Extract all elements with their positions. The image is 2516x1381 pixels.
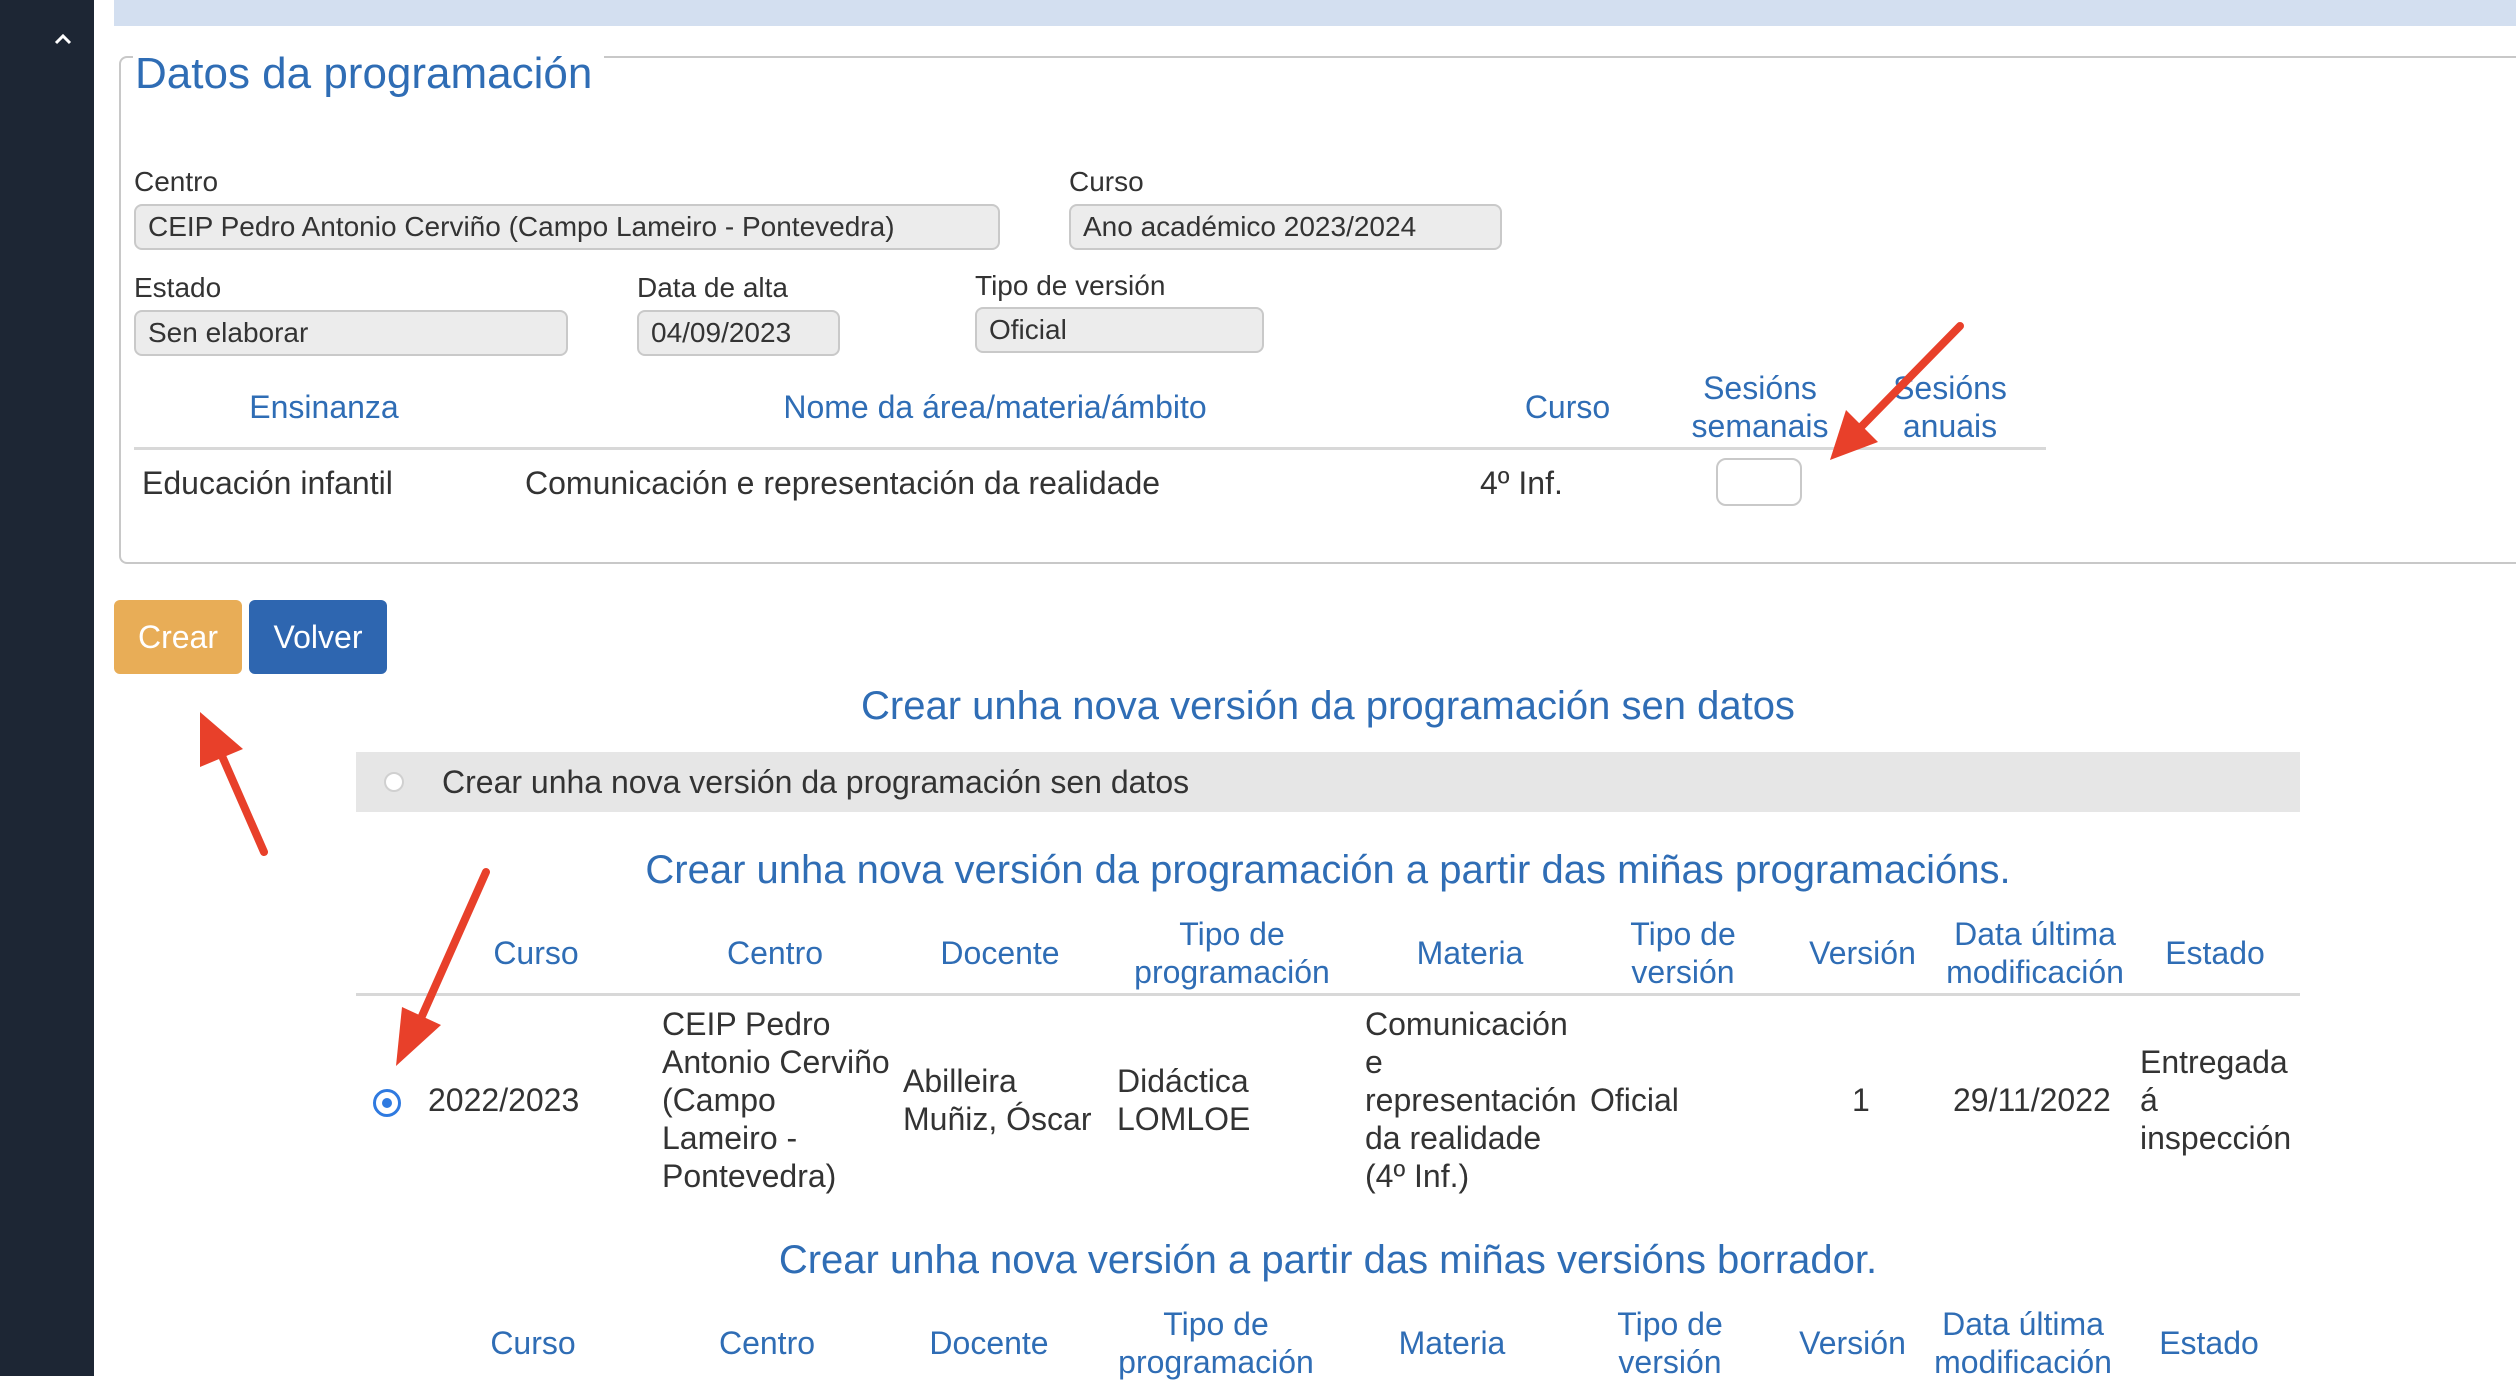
chevron-up-icon[interactable] [46, 22, 80, 56]
cell-line: á [2140, 1082, 2158, 1118]
top-banner [114, 0, 2516, 26]
header-line: Sesións [1893, 370, 2007, 406]
header-line: Sesións [1703, 370, 1817, 406]
cell-line: representación [1365, 1082, 1577, 1118]
prog-col-docente: Docente [940, 935, 1060, 971]
col-nome-area: Nome da área/materia/ámbito [783, 389, 1207, 425]
crear-button[interactable]: Crear [114, 600, 242, 674]
cell-estado: Entregada á inspección [2140, 1043, 2291, 1157]
header-line: programación [1134, 954, 1330, 990]
header-line: Tipo de [1630, 916, 1736, 952]
cell-line: Didáctica [1117, 1063, 1249, 1099]
cell-line: Lameiro - [662, 1120, 798, 1156]
cell-line: CEIP Pedro [662, 1006, 831, 1042]
borr-col-tipo-programacion: Tipo de programación [1096, 1305, 1336, 1381]
borr-col-estado: Estado [2159, 1325, 2259, 1361]
row-nome-area: Comunicación e representación da realida… [525, 465, 1161, 501]
prog-col-estado: Estado [2165, 935, 2265, 971]
header-line: modificación [1946, 954, 2124, 990]
table-divider [356, 993, 2300, 996]
cell-docente: Abilleira Muñiz, Óscar [903, 1062, 1091, 1138]
cell-line: (4º Inf.) [1365, 1158, 1470, 1194]
header-line: Tipo de [1163, 1306, 1269, 1342]
program-row-radio[interactable] [373, 1089, 401, 1117]
borr-col-curso: Curso [490, 1325, 576, 1361]
header-line: Data última [1954, 916, 2116, 952]
prog-col-materia: Materia [1416, 935, 1524, 971]
cell-line: Abilleira [903, 1063, 1017, 1099]
cell-line: Comunicación [1365, 1006, 1568, 1042]
col-sesions-semanais: Sesións semanais [1680, 369, 1840, 445]
header-line: versión [1631, 954, 1735, 990]
prog-col-centro: Centro [726, 935, 824, 971]
borr-col-materia: Materia [1398, 1325, 1506, 1361]
borr-col-tipo-version: Tipo de versión [1585, 1305, 1755, 1381]
cell-materia: Comunicación e representación da realida… [1365, 1005, 1577, 1195]
centro-label: Centro [134, 166, 219, 197]
header-line: Tipo de [1179, 916, 1285, 952]
prog-col-data-ultima: Data última modificación [1935, 915, 2135, 991]
header-line: programación [1118, 1344, 1314, 1380]
cell-line: LOMLOE [1117, 1101, 1251, 1137]
borrador-title: Crear unha nova versión a partir das miñ… [778, 1238, 1878, 1282]
header-line: modificación [1934, 1344, 2112, 1380]
col-sesions-anuais: Sesións anuais [1870, 369, 2030, 445]
fieldset-legend: Datos da programación [133, 44, 605, 104]
cell-version: 1 [1852, 1082, 1870, 1118]
prog-col-version: Versión [1809, 935, 1916, 971]
row-ensinanza: Educación infantil [142, 465, 393, 501]
cell-curso: 2022/2023 [428, 1082, 580, 1118]
cell-data-ultima: 29/11/2022 [1953, 1082, 2111, 1118]
cell-tipo-programacion: Didáctica LOMLOE [1117, 1062, 1250, 1138]
sen-datos-option-label: Crear unha nova versión da programación … [442, 764, 1190, 800]
header-line: semanais [1691, 408, 1829, 444]
cell-line: Antonio Cerviño [662, 1044, 890, 1080]
cell-line: Pontevedra) [662, 1158, 837, 1194]
borr-col-data-ultima: Data última modificación [1923, 1305, 2123, 1381]
prog-col-tipo-version: Tipo de versión [1598, 915, 1768, 991]
borr-col-centro: Centro [718, 1325, 816, 1361]
header-line: Tipo de [1617, 1306, 1723, 1342]
header-line: Data última [1942, 1306, 2104, 1342]
cell-line: e [1365, 1044, 1383, 1080]
cell-tipo-version: Oficial [1590, 1082, 1679, 1118]
col-ensinanza: Ensinanza [249, 389, 399, 425]
prog-col-curso: Curso [493, 935, 579, 971]
cell-line: inspección [2140, 1120, 2292, 1156]
sen-datos-radio[interactable] [384, 772, 404, 792]
estado-field: Sen elaborar [134, 310, 568, 356]
sesions-semanais-input[interactable] [1716, 458, 1802, 506]
col-curso: Curso [1524, 389, 1611, 425]
sidebar [0, 0, 94, 1376]
prog-col-tipo-programacion: Tipo de programación [1112, 915, 1352, 991]
arrow-head [200, 712, 243, 767]
row-curso: 4º Inf. [1480, 465, 1563, 501]
curso-field: Ano académico 2023/2024 [1069, 204, 1502, 250]
table-divider [134, 447, 2046, 450]
arrow-head [396, 1007, 441, 1066]
arrow-to-crear-button [218, 752, 268, 856]
volver-button[interactable]: Volver [249, 600, 387, 674]
cell-centro: CEIP Pedro Antonio Cerviño (Campo Lameir… [662, 1005, 890, 1195]
cell-line: (Campo [662, 1082, 776, 1118]
borr-col-docente: Docente [929, 1325, 1049, 1361]
tipo-version-label: Tipo de versión [975, 270, 1166, 301]
cell-line: da realidade [1365, 1120, 1542, 1156]
header-line: anuais [1902, 408, 1998, 444]
programacions-title: Crear unha nova versión da programación … [645, 848, 2011, 892]
cell-line: Entregada [2140, 1044, 2288, 1080]
curso-label: Curso [1069, 166, 1144, 197]
centro-field: CEIP Pedro Antonio Cerviño (Campo Lameir… [134, 204, 1000, 250]
data-alta-label: Data de alta [637, 272, 788, 303]
cell-line: Muñiz, Óscar [903, 1101, 1092, 1137]
data-alta-field: 04/09/2023 [637, 310, 840, 356]
header-line: versión [1618, 1344, 1722, 1380]
sen-datos-title: Crear unha nova versión da programación … [861, 684, 1795, 728]
estado-label: Estado [134, 272, 222, 303]
borr-col-version: Versión [1799, 1325, 1906, 1361]
tipo-version-field: Oficial [975, 307, 1264, 353]
